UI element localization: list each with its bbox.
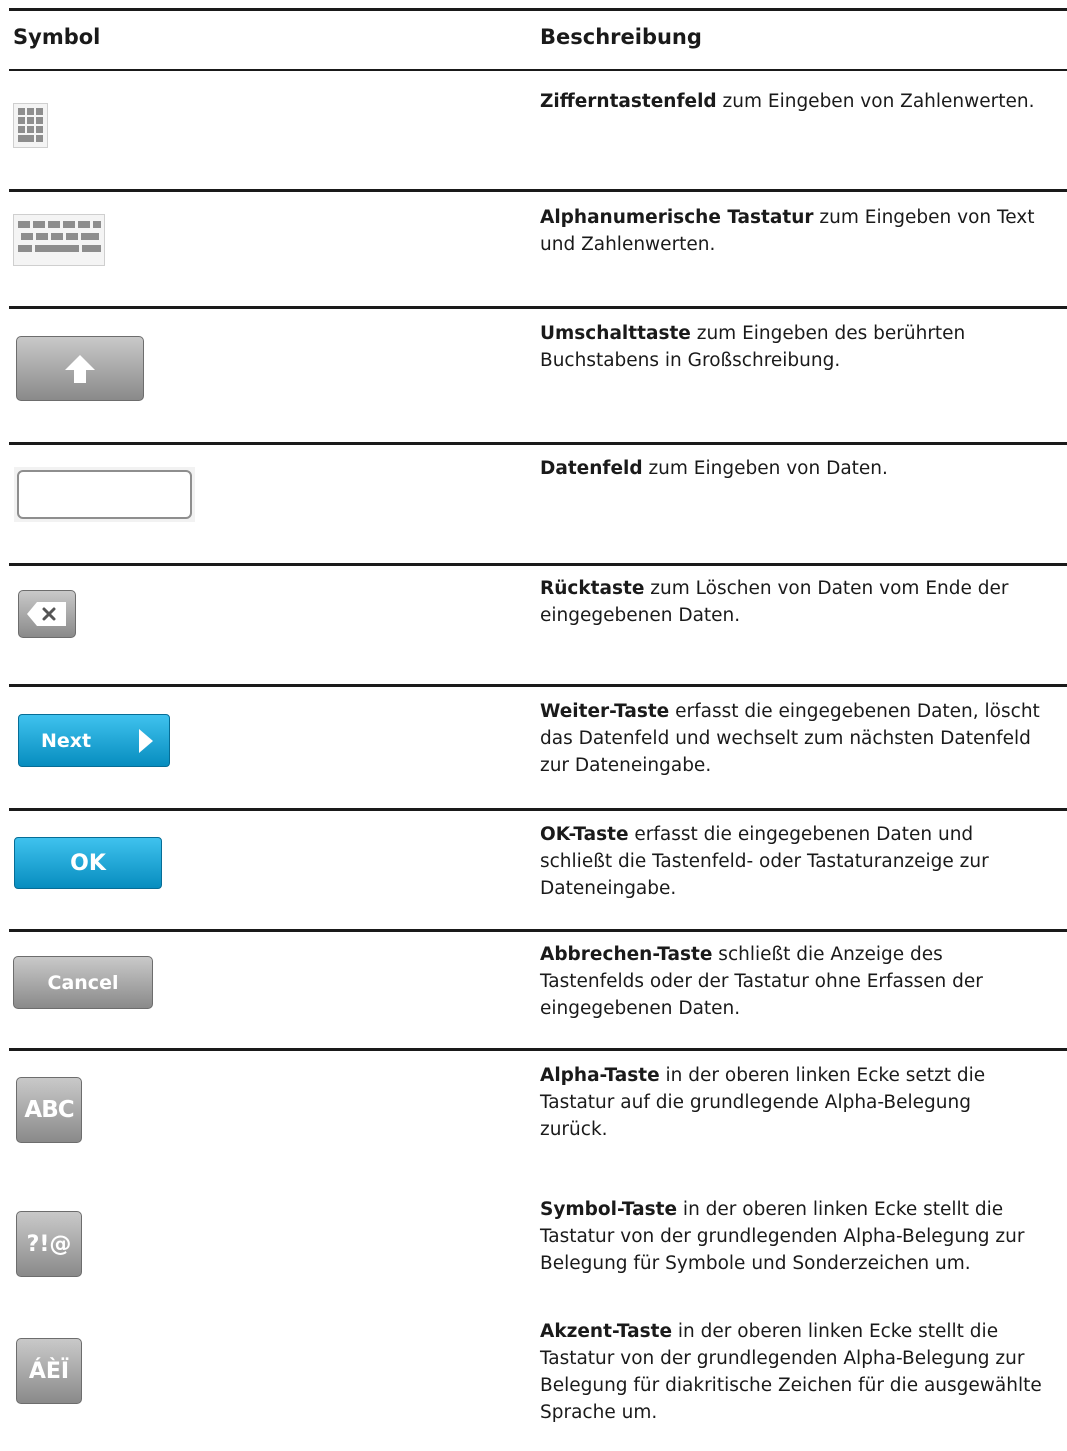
alpha-key-button[interactable]: ABC [16,1077,82,1143]
row-description: Alphanumerische Tastatur zum Eingeben vo… [540,207,1035,255]
chevron-right-icon [139,728,153,753]
row-term: Zifferntastenfeld [540,91,717,112]
row-description: Alpha-Taste in der oberen linken Ecke se… [540,1065,986,1140]
backspace-icon [27,602,66,626]
data-field-box[interactable] [17,470,192,519]
keypad-icon [13,103,48,148]
row-rule [9,684,1067,687]
row-description: Weiter-Taste erfasst die eingegebenen Da… [540,701,1040,776]
row-description: Zifferntastenfeld zum Eingeben von Zahle… [540,91,1035,112]
row-rule [9,442,1067,445]
row-rule [9,1048,1067,1051]
row-rule [9,563,1067,566]
next-button-label: Next [41,729,92,752]
ok-button-label: OK [70,850,106,876]
row-description: Akzent-Taste in der oberen linken Ecke s… [540,1321,1042,1423]
header-rule [9,69,1067,71]
cancel-button[interactable]: Cancel [13,956,153,1009]
table-top-rule [9,8,1067,11]
symbol-key-label: ?!@ [26,1231,72,1257]
row-description: Datenfeld zum Eingeben von Daten. [540,458,888,479]
shift-arrow-icon [65,354,95,383]
column-header-symbol: Symbol [13,25,101,49]
data-field-icon [14,467,195,522]
shift-button[interactable] [16,336,144,401]
row-description: Umschalttaste zum Eingeben des berührten… [540,323,966,371]
row-description: OK-Taste erfasst die eingegebenen Daten … [540,824,989,899]
row-rule [9,929,1067,932]
row-description: Rücktaste zum Löschen von Daten vom Ende… [540,578,1009,626]
next-button[interactable]: Next [18,714,170,767]
row-description: Abbrechen-Taste schließt die Anzeige des… [540,944,983,1019]
symbol-key-button[interactable]: ?!@ [16,1211,82,1277]
accent-key-label: ÁÈÏ [28,1358,70,1384]
row-description: Symbol-Taste in der oberen linken Ecke s… [540,1199,1025,1274]
cancel-button-label: Cancel [47,971,119,994]
symbol-table: Symbol Beschreibung Zifferntastenfeld zu… [0,0,1067,1451]
row-rule [9,189,1067,192]
row-rule [9,808,1067,811]
backspace-button[interactable] [18,590,76,638]
alpha-key-label: ABC [24,1097,74,1123]
keyboard-icon [13,214,105,266]
ok-button[interactable]: OK [14,837,162,889]
row-rule [9,306,1067,309]
column-header-description: Beschreibung [540,25,702,49]
accent-key-button[interactable]: ÁÈÏ [16,1338,82,1404]
